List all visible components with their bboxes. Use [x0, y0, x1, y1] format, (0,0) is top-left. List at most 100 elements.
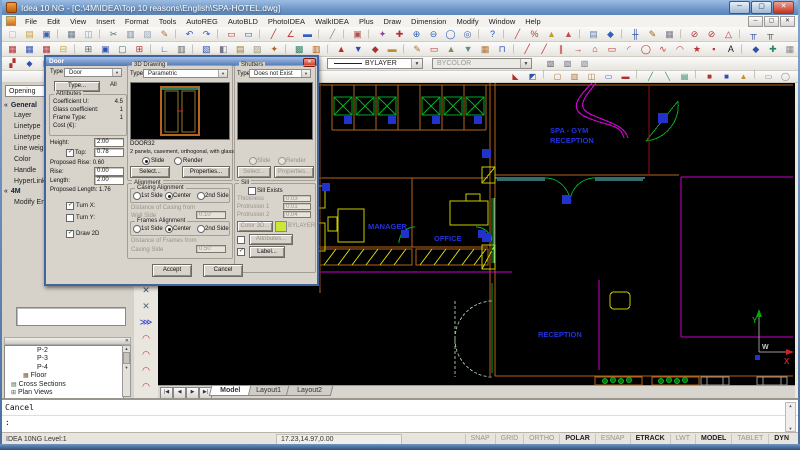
menu-item[interactable]: Window [484, 16, 521, 27]
menu-item[interactable]: Edit [42, 16, 65, 27]
toolbar-icon[interactable]: ∿ [654, 42, 671, 57]
menu-item[interactable]: PhotoIDEA [263, 16, 310, 27]
toolbar-icon[interactable] [621, 29, 625, 39]
tree-item[interactable]: P-2 [5, 346, 123, 355]
toolbar-icon[interactable] [175, 29, 179, 39]
sidebar-item[interactable]: Handle [14, 167, 36, 174]
menu-item[interactable]: Dimension [406, 16, 451, 27]
tree-scrollbar[interactable]: ▲ ▼ [122, 345, 131, 397]
tree-item[interactable]: P-4 [5, 363, 123, 372]
color-combo[interactable]: BYCOLOR ▼ [432, 58, 532, 69]
toolbar-icon[interactable]: ▦ [63, 27, 80, 42]
toolbar-icon[interactable] [150, 44, 154, 54]
toolbar-icon[interactable]: ⋙ [137, 315, 155, 330]
door-preview[interactable] [130, 82, 230, 140]
status-toggle[interactable]: LWT [670, 434, 695, 444]
toolbar-icon[interactable]: ╥ [745, 27, 762, 42]
chevron-down-icon[interactable]: ▼ [411, 59, 422, 68]
status-toggle[interactable]: ORTHO [523, 434, 559, 444]
toolbar-icon[interactable]: ↶ [181, 27, 198, 42]
mdi-minimize-button[interactable]: ─ [748, 16, 763, 27]
toolbar-icon[interactable] [513, 44, 517, 54]
toolbar-icon[interactable]: ▬ [617, 69, 634, 84]
menu-item[interactable]: AutoBLD [223, 16, 263, 27]
toolbar-icon[interactable]: → [570, 42, 587, 57]
menu-item[interactable]: View [65, 16, 91, 27]
casing-center-radio[interactable] [165, 192, 173, 200]
toolbar-icon[interactable]: ▬ [384, 42, 401, 57]
toolbar-icon[interactable]: ▭ [604, 42, 621, 57]
toolbar-icon[interactable]: ⌂ [587, 42, 604, 57]
toolbar-icon[interactable]: ▦ [661, 27, 678, 42]
toolbar-icon[interactable]: △ [794, 69, 800, 84]
toolbar-icon[interactable]: ▣ [349, 27, 366, 42]
toolbar-icon[interactable]: ▢ [4, 27, 21, 42]
toolbar-icon[interactable]: A [722, 42, 739, 57]
toolbar-icon[interactable]: ◎ [459, 27, 476, 42]
height-input[interactable]: 2.00 [94, 138, 124, 147]
status-toggle[interactable]: DYN [768, 434, 794, 444]
sidebar-item[interactable]: Layer [14, 112, 32, 119]
toolbar-icon[interactable]: ▬ [299, 27, 316, 42]
scroll-up-icon[interactable]: ▲ [786, 403, 795, 408]
cancel-button[interactable]: Cancel [203, 264, 243, 277]
toolbar-icon[interactable] [57, 29, 61, 39]
toolbar-icon[interactable]: ⊖ [425, 27, 442, 42]
toolbar-icon[interactable]: ▤ [585, 27, 602, 42]
tree-item[interactable]: P-3 [5, 355, 123, 364]
toolbar-icon[interactable]: ▭ [600, 69, 617, 84]
toolbar-icon[interactable]: ▭ [426, 42, 443, 57]
status-toggle[interactable]: TABLET [731, 434, 768, 444]
sidebar-item[interactable]: Linetype [14, 134, 40, 141]
toolbar-icon[interactable]: ▨ [139, 27, 156, 42]
frames-center-radio[interactable] [165, 225, 173, 233]
toolbar-icon[interactable] [327, 44, 331, 54]
layout-tab[interactable]: Model [209, 386, 252, 396]
toolbar-icon[interactable]: ▦ [477, 42, 494, 57]
toolbar-icon[interactable]: ✎ [409, 42, 426, 57]
top-input[interactable]: 0.78 [94, 148, 124, 157]
toolbar-icon[interactable] [695, 69, 699, 79]
toolbar-icon[interactable] [368, 29, 372, 39]
layout-tab[interactable]: Layout2 [286, 386, 333, 396]
status-toggle[interactable]: ESNAP [595, 434, 630, 444]
status-toggle[interactable]: SNAP [465, 434, 495, 444]
toolbar-icon[interactable]: ╫ [627, 27, 644, 42]
empty-listbox[interactable] [16, 307, 126, 326]
toolbar-icon[interactable]: ? [484, 27, 501, 42]
close-button[interactable]: ✕ [773, 1, 794, 14]
draw-2d-checkbox[interactable]: ✓ [66, 230, 74, 238]
toolbar-icon[interactable]: ✦ [374, 27, 391, 42]
toolbar-icon[interactable]: ▭ [240, 27, 257, 42]
section-4m[interactable]: « 4M [4, 188, 21, 195]
casing-1st-radio[interactable] [133, 192, 141, 200]
sidebar-item-modify[interactable]: Modify Ent [14, 199, 47, 206]
mdi-close-button[interactable]: ✕ [780, 16, 795, 27]
menu-item[interactable]: File [20, 16, 42, 27]
toolbar-icon[interactable]: ◠ [137, 379, 155, 394]
toolbar-icon[interactable] [636, 69, 640, 79]
toolbar-icon[interactable]: ⊘ [686, 27, 703, 42]
shutters-type-combo[interactable]: Does not Exist ▼ [249, 69, 311, 78]
toolbar-icon[interactable] [741, 44, 745, 54]
toolbar-icon[interactable]: ◫ [583, 69, 600, 84]
toolbar-icon[interactable] [403, 44, 407, 54]
accept-button[interactable]: Accept [152, 264, 192, 277]
toolbar-icon[interactable]: ✕ [137, 299, 155, 314]
command-prompt[interactable]: : [2, 416, 798, 429]
slide-radio[interactable] [142, 157, 150, 165]
toolbar-icon[interactable]: ▭ [760, 69, 777, 84]
label-checkbox[interactable]: ✓ [237, 248, 245, 256]
3d-type-combo[interactable]: Parametric ▼ [143, 69, 228, 78]
toolbar-icon[interactable]: % [526, 27, 543, 42]
toolbar-icon[interactable]: ▲ [333, 42, 350, 57]
toolbar-icon[interactable]: ╱ [642, 69, 659, 84]
turn-x-checkbox[interactable]: ✓ [66, 202, 74, 210]
door-type-combo[interactable]: Door ▼ [64, 68, 122, 77]
scroll-thumb[interactable] [123, 352, 130, 364]
menu-item[interactable]: Help [520, 16, 545, 27]
toolbar-icon[interactable]: ▪ [705, 42, 722, 57]
toolbar-icon[interactable]: ▲ [735, 69, 752, 84]
label-button[interactable]: Label... [249, 246, 285, 258]
toolbar-icon[interactable]: ▭ [223, 27, 240, 42]
